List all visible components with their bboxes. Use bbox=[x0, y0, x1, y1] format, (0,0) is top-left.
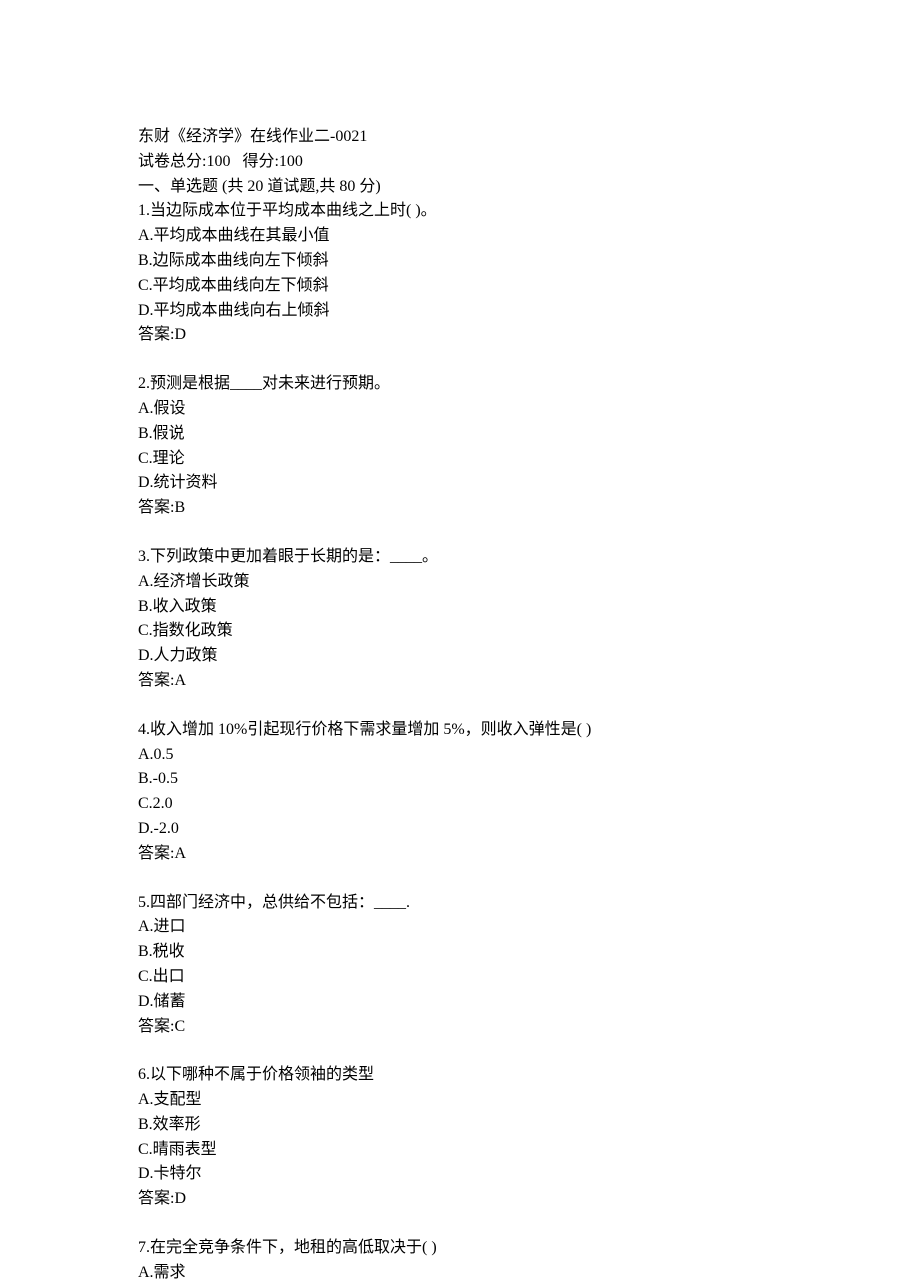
question-option: D.卡特尔 bbox=[138, 1162, 920, 1187]
question-option: A.进口 bbox=[138, 915, 920, 940]
question-option: D.统计资料 bbox=[138, 471, 920, 496]
question-option: C.理论 bbox=[138, 447, 920, 472]
question-option: A.0.5 bbox=[138, 743, 920, 768]
question-option: A.平均成本曲线在其最小值 bbox=[138, 224, 920, 249]
question-option: B.税收 bbox=[138, 940, 920, 965]
question-option: C.平均成本曲线向左下倾斜 bbox=[138, 274, 920, 299]
question-answer: 答案:A bbox=[138, 842, 920, 867]
question-block: 3.下列政策中更加着眼于长期的是：____。 A.经济增长政策 B.收入政策 C… bbox=[138, 545, 920, 694]
section-heading: 一、单选题 (共 20 道试题,共 80 分) bbox=[138, 175, 920, 200]
question-option: D.平均成本曲线向右上倾斜 bbox=[138, 299, 920, 324]
question-stem: 5.四部门经济中，总供给不包括：____. bbox=[138, 891, 920, 916]
question-option: C.指数化政策 bbox=[138, 619, 920, 644]
question-option: D.人力政策 bbox=[138, 644, 920, 669]
question-block: 2.预测是根据____对未来进行预期。 A.假设 B.假说 C.理论 D.统计资… bbox=[138, 372, 920, 521]
question-stem: 7.在完全竞争条件下，地租的高低取决于( ) bbox=[138, 1236, 920, 1261]
question-stem: 2.预测是根据____对未来进行预期。 bbox=[138, 372, 920, 397]
question-block: 4.收入增加 10%引起现行价格下需求量增加 5%，则收入弹性是( ) A.0.… bbox=[138, 718, 920, 867]
question-option: A.需求 bbox=[138, 1261, 920, 1286]
question-answer: 答案:A bbox=[138, 669, 920, 694]
question-option: C.晴雨表型 bbox=[138, 1138, 920, 1163]
question-stem: 3.下列政策中更加着眼于长期的是：____。 bbox=[138, 545, 920, 570]
question-answer: 答案:D bbox=[138, 1187, 920, 1212]
question-option: B.效率形 bbox=[138, 1113, 920, 1138]
header-block: 东财《经济学》在线作业二-0021 试卷总分:100 得分:100 一、单选题 … bbox=[138, 125, 920, 348]
question-option: B.假说 bbox=[138, 422, 920, 447]
question-block: 7.在完全竞争条件下，地租的高低取决于( ) A.需求 bbox=[138, 1236, 920, 1286]
question-option: A.支配型 bbox=[138, 1088, 920, 1113]
document-title: 东财《经济学》在线作业二-0021 bbox=[138, 125, 920, 150]
question-answer: 答案:B bbox=[138, 496, 920, 521]
question-option: A.假设 bbox=[138, 397, 920, 422]
question-option: C.出口 bbox=[138, 965, 920, 990]
question-block: 6.以下哪种不属于价格领袖的类型 A.支配型 B.效率形 C.晴雨表型 D.卡特… bbox=[138, 1063, 920, 1212]
question-stem: 4.收入增加 10%引起现行价格下需求量增加 5%，则收入弹性是( ) bbox=[138, 718, 920, 743]
question-option: B.收入政策 bbox=[138, 595, 920, 620]
document-page: 东财《经济学》在线作业二-0021 试卷总分:100 得分:100 一、单选题 … bbox=[0, 0, 920, 1286]
score-line: 试卷总分:100 得分:100 bbox=[138, 150, 920, 175]
question-option: B.-0.5 bbox=[138, 767, 920, 792]
question-option: D.储蓄 bbox=[138, 990, 920, 1015]
question-answer: 答案:D bbox=[138, 323, 920, 348]
question-option: B.边际成本曲线向左下倾斜 bbox=[138, 249, 920, 274]
question-option: D.-2.0 bbox=[138, 817, 920, 842]
question-block: 5.四部门经济中，总供给不包括：____. A.进口 B.税收 C.出口 D.储… bbox=[138, 891, 920, 1040]
question-option: C.2.0 bbox=[138, 792, 920, 817]
question-stem: 6.以下哪种不属于价格领袖的类型 bbox=[138, 1063, 920, 1088]
question-answer: 答案:C bbox=[138, 1015, 920, 1040]
question-option: A.经济增长政策 bbox=[138, 570, 920, 595]
question-stem: 1.当边际成本位于平均成本曲线之上时( )。 bbox=[138, 199, 920, 224]
